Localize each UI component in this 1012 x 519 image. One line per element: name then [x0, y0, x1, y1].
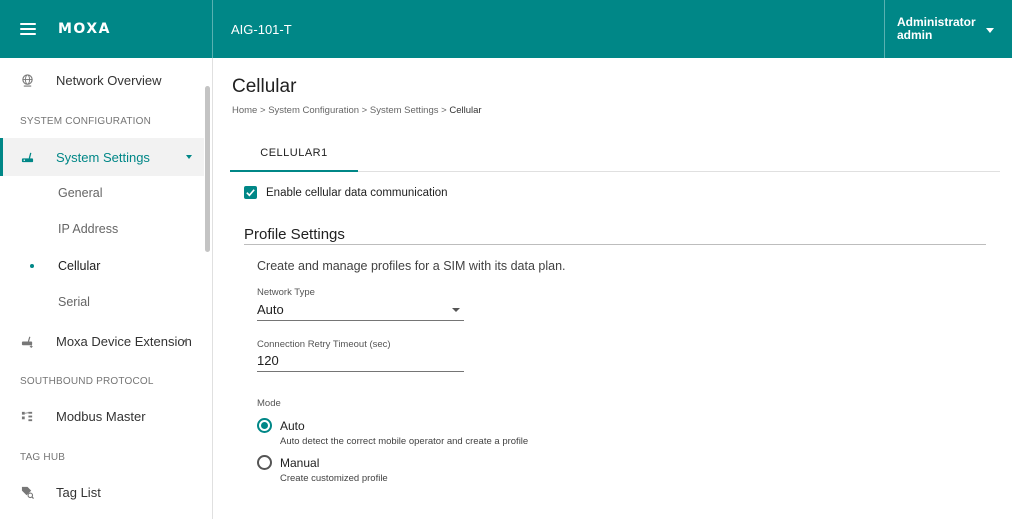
radio-unselected-icon[interactable]	[257, 455, 272, 470]
breadcrumb-separator: >	[441, 105, 447, 116]
device-name: AIG-101-T	[231, 21, 292, 37]
section-label-system-configuration: SYSTEM CONFIGURATION	[20, 116, 152, 127]
mode-radio-manual[interactable]: Manual	[257, 455, 319, 470]
breadcrumb-system-configuration[interactable]: System Configuration	[268, 105, 359, 116]
breadcrumb-separator: >	[259, 105, 266, 116]
section-label-southbound-protocol: SOUTHBOUND PROTOCOL	[20, 376, 154, 387]
checkmark-icon	[246, 189, 255, 197]
user-menu[interactable]: Administrator admin	[884, 0, 1012, 58]
retry-timeout-label: Connection Retry Timeout (sec)	[257, 339, 391, 350]
modbus-icon	[20, 409, 34, 423]
network-type-label: Network Type	[257, 287, 315, 298]
mode-auto-description: Auto detect the correct mobile operator …	[280, 436, 529, 447]
profile-settings-description: Create and manage profiles for a SIM wit…	[257, 259, 566, 273]
sidebar-item-label: Network Overview	[56, 72, 162, 88]
sidebar-subitem-general[interactable]: General	[0, 175, 204, 211]
network-type-select[interactable]: Auto	[257, 299, 464, 321]
enable-cellular-label: Enable cellular data communication	[266, 186, 448, 199]
moxa-logo: MOXA	[58, 21, 111, 37]
breadcrumb-home[interactable]: Home	[232, 105, 257, 116]
enable-cellular-row: Enable cellular data communication	[244, 186, 448, 199]
sidebar-item-label: System Settings	[56, 149, 150, 165]
section-divider	[244, 244, 986, 245]
sidebar-subitem-ip-address[interactable]: IP Address	[0, 211, 204, 247]
main-content: Cellular Home > System Configuration > S…	[214, 58, 1012, 519]
chevron-left-icon	[183, 338, 187, 344]
router-icon	[20, 150, 34, 164]
mode-manual-label: Manual	[280, 455, 320, 470]
device-extension-icon	[20, 334, 34, 348]
breadcrumb: Home > System Configuration > System Set…	[232, 105, 482, 116]
header-brand-area: MOXA	[0, 0, 213, 58]
mode-manual-description: Create customized profile	[280, 473, 388, 484]
mode-radio-auto[interactable]: Auto	[257, 418, 305, 433]
active-dot-icon	[30, 264, 34, 268]
tab-cellular1[interactable]: CELLULAR1	[230, 136, 358, 172]
breadcrumb-separator: >	[361, 105, 368, 116]
section-label-tag-hub: TAG HUB	[20, 452, 66, 463]
sidebar-item-moxa-device-extension[interactable]: Moxa Device Extension	[0, 322, 204, 360]
sidebar-subitem-serial[interactable]: Serial	[0, 284, 204, 320]
retry-timeout-value: 120	[257, 353, 279, 368]
enable-cellular-checkbox[interactable]	[244, 186, 257, 199]
sidebar: Network Overview SYSTEM CONFIGURATION Sy…	[0, 58, 213, 519]
sidebar-subitem-label: Cellular	[58, 259, 101, 273]
breadcrumb-system-settings[interactable]: System Settings	[370, 105, 439, 116]
globe-icon	[20, 73, 34, 87]
mode-label: Mode	[257, 398, 281, 409]
sidebar-item-label: Tag List	[56, 484, 101, 500]
chevron-down-icon	[452, 307, 460, 312]
chevron-down-icon	[186, 155, 192, 159]
top-app-bar: MOXA AIG-101-T Administrator admin	[0, 0, 1012, 58]
sidebar-item-label: Moxa Device Extension	[56, 333, 192, 349]
page-title: Cellular	[232, 76, 297, 97]
sidebar-scrollbar[interactable]	[205, 86, 210, 252]
chevron-down-icon	[985, 27, 994, 33]
sidebar-item-modbus-master[interactable]: Modbus Master	[0, 397, 204, 435]
sidebar-item-system-settings[interactable]: System Settings	[0, 138, 204, 176]
retry-timeout-input[interactable]: 120	[257, 350, 464, 372]
network-type-value: Auto	[257, 302, 284, 317]
tab-bar: CELLULAR1	[230, 136, 1000, 172]
breadcrumb-current: Cellular	[449, 105, 482, 116]
tag-search-icon	[20, 485, 34, 499]
user-name: admin	[897, 28, 933, 42]
sidebar-item-label: Modbus Master	[56, 408, 146, 424]
mode-auto-label: Auto	[280, 418, 305, 433]
radio-selected-icon[interactable]	[257, 418, 272, 433]
sidebar-subitem-cellular[interactable]: Cellular	[0, 248, 204, 284]
menu-icon[interactable]	[20, 23, 36, 35]
profile-settings-title: Profile Settings	[244, 226, 345, 243]
sidebar-item-tag-list[interactable]: Tag List	[0, 473, 204, 511]
sidebar-item-network-overview[interactable]: Network Overview	[0, 61, 204, 99]
